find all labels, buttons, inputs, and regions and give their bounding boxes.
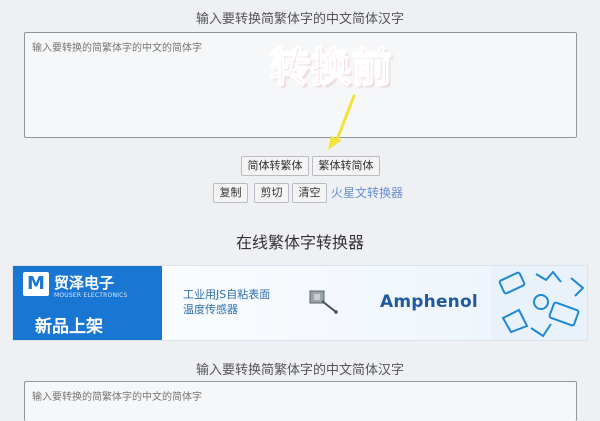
traditional-to-simplified-button[interactable]: 繁体转简体: [312, 156, 380, 176]
ad-tagline: 新品上架: [35, 317, 103, 337]
electronics-illustration-icon: [491, 266, 587, 340]
ad-banner[interactable]: M 贸泽电子 MOUSER ELECTRONICS 新品上架 工业用JS自粘表面…: [12, 265, 588, 341]
annotation-arrow-icon: [328, 94, 356, 150]
ad-product-line1: 工业用JS自粘表面: [183, 288, 271, 301]
ad-brand-subtitle: MOUSER ELECTRONICS: [54, 292, 128, 299]
input-heading: 输入要转换简繁体字的中文简体汉字: [195, 12, 404, 27]
cut-button[interactable]: 剪切: [254, 183, 289, 203]
page-title: 在线繁体字转换器: [235, 233, 364, 252]
input-heading-2: 输入要转换简繁体字的中文简体汉字: [195, 363, 404, 378]
copy-button[interactable]: 复制: [213, 183, 248, 203]
ad-product-text: 工业用JS自粘表面 温度传感器: [183, 287, 270, 317]
input-textarea-2[interactable]: [24, 381, 577, 421]
ad-partner-name: Amphenol: [380, 292, 478, 312]
annotation-label: 转换前: [269, 44, 393, 92]
ad-product-line2: 温度传感器: [183, 303, 238, 316]
ad-brand-name: 贸泽电子: [54, 274, 115, 292]
mouser-logo-icon: M: [23, 272, 49, 296]
sensor-icon: [309, 290, 338, 314]
martian-text-converter-link[interactable]: 火星文转换器: [331, 184, 403, 201]
simplified-to-traditional-button[interactable]: 简体转繁体: [241, 156, 309, 176]
clear-button[interactable]: 清空: [292, 183, 327, 203]
ad-brand-box: M 贸泽电子 MOUSER ELECTRONICS 新品上架: [13, 266, 162, 340]
